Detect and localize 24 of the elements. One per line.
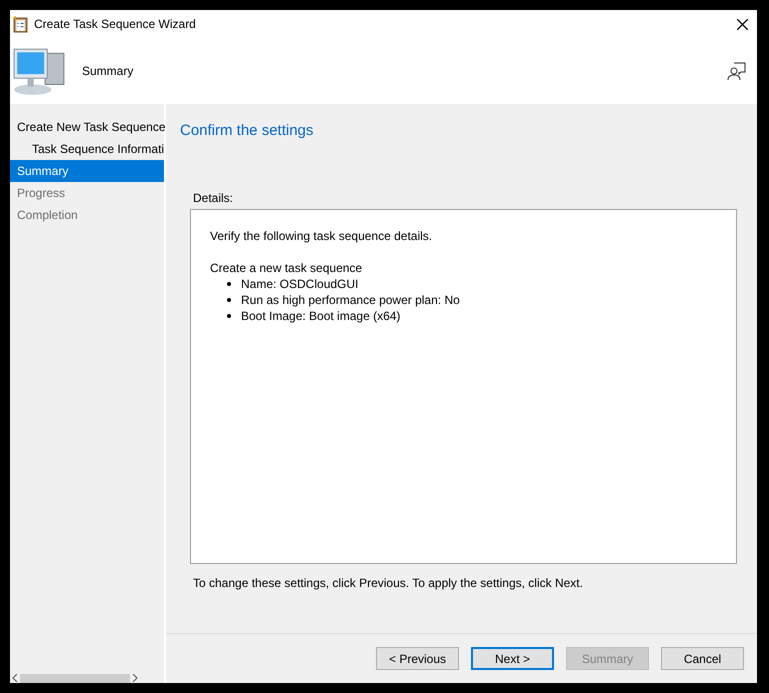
- nav-item[interactable]: Summary: [10, 160, 164, 182]
- instruction-text: To change these settings, click Previous. To apply the settings, click Next.: [193, 576, 584, 590]
- bullet-icon: [227, 298, 231, 302]
- scroll-left-icon[interactable]: [12, 674, 18, 682]
- page-heading: Confirm the settings: [180, 122, 314, 139]
- nav-item[interactable]: Task Sequence Informati: [10, 138, 164, 160]
- details-label: Details:: [193, 191, 234, 205]
- page-title: Summary: [82, 64, 134, 78]
- detail-item: Boot Image: Boot image (x64): [241, 308, 400, 324]
- scroll-right-icon[interactable]: [132, 674, 138, 682]
- details-intro: Verify the following task sequence details.: [210, 228, 434, 244]
- detail-item: Name: OSDCloudGUI: [241, 276, 358, 292]
- wizard-button[interactable]: Next >: [471, 647, 554, 670]
- person-chat-icon[interactable]: [727, 61, 747, 81]
- detail-item: Run as high performance power plan: No: [241, 292, 460, 308]
- nav-item[interactable]: Create New Task Sequence: [10, 116, 164, 138]
- wizard-button[interactable]: Cancel: [661, 647, 744, 670]
- details-section: Create a new task sequence: [210, 260, 717, 276]
- close-icon: [736, 18, 748, 30]
- window-title: Create Task Sequence Wizard: [34, 17, 197, 31]
- scrollbar-thumb[interactable]: [20, 674, 130, 682]
- bullet-icon: [227, 282, 231, 286]
- bullet-icon: [227, 314, 231, 318]
- wizard-button[interactable]: < Previous: [376, 647, 459, 670]
